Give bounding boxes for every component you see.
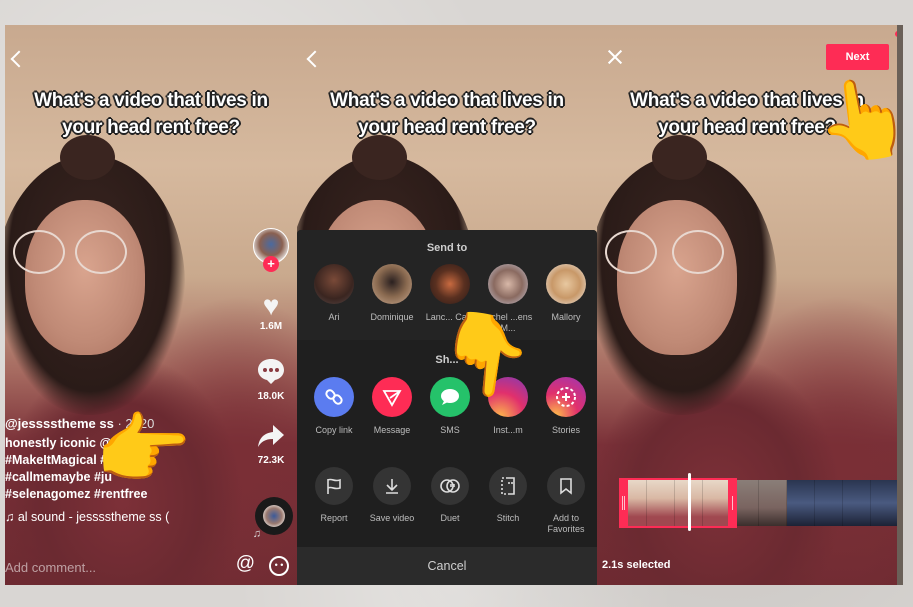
comment-bubble-icon[interactable] [249, 357, 293, 391]
sound-row[interactable]: ♫ al sound - jesssstheme ss ( [5, 509, 245, 526]
action-label: Report [320, 513, 348, 523]
pointing-hand-emoji: 👆 [809, 68, 897, 170]
trim-handle-left-grip [624, 496, 625, 510]
pointing-hand-emoji: 👈 [97, 405, 195, 493]
share-button[interactable]: 72.3K [249, 423, 293, 466]
trim-handle-right[interactable] [732, 496, 733, 510]
share-stories[interactable]: Stories [537, 377, 595, 435]
at-icon[interactable]: @ [236, 553, 255, 575]
share-sheet-panel: What's a video that lives in your head r… [297, 25, 597, 585]
share-sheet: Send to Ari Dominique Lanc... Ca... ...c… [297, 230, 597, 585]
action-label: Stitch [496, 513, 520, 523]
share-app-label: Message [373, 425, 411, 435]
next-button[interactable]: Next [826, 44, 889, 70]
stitch-icon[interactable] [489, 467, 527, 505]
trim-handle-left[interactable] [622, 496, 623, 510]
contact-avatar[interactable] [314, 264, 354, 304]
send-triangle-icon[interactable] [372, 377, 412, 417]
person-hair-bun [352, 135, 407, 180]
music-note-icon: ♫ [5, 510, 18, 524]
share-message[interactable]: Message [363, 377, 421, 435]
heart-icon[interactable]: ♥ [249, 291, 293, 321]
glasses-right [672, 230, 724, 274]
timeline-frame [815, 480, 843, 526]
trim-selection[interactable] [619, 478, 737, 528]
action-add-to-favorites[interactable]: Add to Favorites [537, 467, 595, 535]
comment-bar: Add comment... @ • • [5, 545, 297, 585]
contact-item[interactable]: Dominique [363, 264, 421, 334]
glasses-left [605, 230, 657, 274]
like-button[interactable]: ♥ 1.6M [249, 291, 293, 333]
timeline-frame [759, 480, 787, 526]
creator-avatar-button[interactable]: + [249, 228, 293, 272]
comment-button[interactable]: 18.0K [249, 357, 293, 402]
music-note-icon: ♫ [252, 528, 261, 540]
action-report[interactable]: Report [305, 467, 363, 535]
share-app-label: Stories [551, 425, 580, 435]
glasses-left [13, 230, 65, 274]
duet-icon[interactable] [431, 467, 469, 505]
playhead[interactable] [688, 473, 691, 531]
actions-row: Report Save video Duet Stitch Add to Fav… [305, 467, 597, 535]
action-duet[interactable]: Duet [421, 467, 479, 535]
share-app-label: Inst...m [493, 425, 523, 435]
send-to-title: Send to [426, 242, 468, 254]
contact-name: Dominique [370, 312, 414, 322]
panel-edge [897, 25, 903, 585]
selected-duration: 2.1s selected [602, 559, 671, 571]
share-app-label: SMS [440, 425, 460, 435]
person-hair-bun [60, 135, 115, 180]
caption-line-2: your head rent free? [62, 117, 240, 138]
pointing-hand-emoji: 👇 [431, 303, 540, 405]
contact-avatar[interactable] [488, 264, 528, 304]
contact-item[interactable]: Mallory [537, 264, 595, 334]
contact-avatar[interactable] [546, 264, 586, 304]
timeline-frame [843, 480, 871, 526]
contact-avatar[interactable] [372, 264, 412, 304]
timeline-frame [787, 480, 815, 526]
sound-name[interactable]: al sound - jesssstheme ss ( [18, 510, 169, 524]
like-count: 1.6M [259, 321, 283, 332]
share-app-label: Copy link [315, 425, 353, 435]
action-label: Duet [440, 513, 460, 523]
video-feed-panel: What's a video that lives in your head r… [5, 25, 297, 585]
video-caption: What's a video that lives in your head r… [5, 87, 297, 141]
person-hair-bun [652, 135, 707, 180]
sound-disc-cover [263, 505, 285, 527]
follow-plus-icon[interactable]: + [263, 256, 279, 272]
action-save-video[interactable]: Save video [363, 467, 421, 535]
share-count: 72.3K [257, 455, 285, 466]
video-caption: What's a video that lives in your head r… [297, 87, 597, 141]
close-icon[interactable] [607, 49, 623, 65]
share-arrow-icon[interactable] [249, 423, 293, 455]
contact-name: Ari [328, 312, 340, 322]
action-label: Save video [369, 513, 415, 523]
cancel-button[interactable]: Cancel [297, 547, 597, 585]
caption-line-1: What's a video that lives in [330, 90, 564, 111]
person-face [617, 200, 737, 355]
download-icon[interactable] [373, 467, 411, 505]
action-stitch[interactable]: Stitch [479, 467, 537, 535]
link-icon[interactable] [314, 377, 354, 417]
caption-line-1: What's a video that lives in [34, 90, 268, 111]
caption-line-2: your head rent free? [358, 117, 536, 138]
emoji-icon[interactable]: • • [269, 556, 289, 576]
stitch-trim-panel: Next What's a video that lives in your h… [597, 25, 897, 585]
bookmark-icon[interactable] [547, 467, 585, 505]
stories-plus-icon[interactable] [546, 377, 586, 417]
contact-name: Mallory [551, 312, 581, 322]
contact-avatar[interactable] [430, 264, 470, 304]
comment-count: 18.0K [257, 391, 285, 402]
share-copy-link[interactable]: Copy link [305, 377, 363, 435]
flag-icon[interactable] [315, 467, 353, 505]
comment-input[interactable]: Add comment... [5, 560, 96, 575]
contact-item[interactable]: Ari [305, 264, 363, 334]
person-face [25, 200, 145, 355]
action-label: Add to Favorites [547, 513, 585, 534]
glasses-right [75, 230, 127, 274]
timeline-frame [871, 480, 897, 526]
